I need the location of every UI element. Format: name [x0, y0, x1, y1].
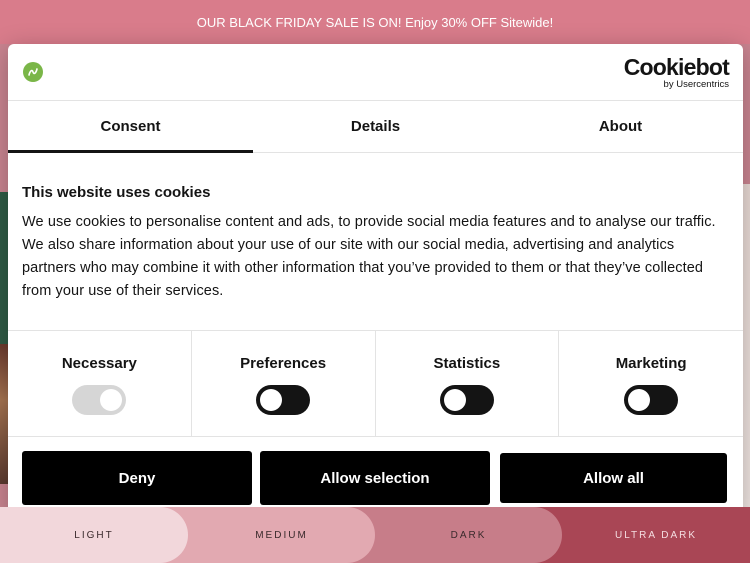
dialog-tabs: Consent Details About	[8, 101, 743, 153]
deny-button[interactable]: Deny	[22, 451, 252, 505]
marketing-toggle[interactable]	[624, 385, 679, 415]
toggle-knob	[260, 389, 283, 411]
consent-buttons: Deny Allow selection Allow all	[22, 451, 727, 505]
category-marketing: Marketing	[559, 331, 743, 436]
cookiebot-wordmark: Cookiebot	[623, 54, 730, 80]
cookiebot-logo[interactable]: Cookiebot by Usercentrics	[623, 54, 730, 91]
consent-heading: This website uses cookies	[22, 184, 211, 201]
shade-light-label: LIGHT	[74, 530, 114, 541]
shade-ultra-dark-label: ULTRA DARK	[614, 530, 698, 541]
background-image-edge	[0, 192, 8, 352]
allow-all-button[interactable]: Allow all	[500, 453, 727, 503]
shade-dark-label: DARK	[450, 530, 487, 541]
necessary-toggle	[72, 385, 127, 415]
tab-consent[interactable]: Consent	[8, 101, 253, 153]
consent-body-text: We use cookies to personalise content an…	[22, 214, 716, 299]
tab-consent-label: Consent	[100, 118, 161, 135]
category-preferences: Preferences	[192, 331, 376, 436]
tab-details-label: Details	[350, 118, 401, 135]
cookiebot-subline: by Usercentrics	[663, 79, 729, 90]
cookie-category-toggles: Necessary Preferences Statistics Marketi…	[8, 330, 743, 437]
promo-banner[interactable]: OUR BLACK FRIDAY SALE IS ON! Enjoy 30% O…	[0, 0, 750, 44]
statistics-label: Statistics	[433, 355, 501, 372]
statistics-toggle[interactable]	[439, 385, 494, 415]
shade-light[interactable]: LIGHT	[0, 507, 188, 563]
toggle-knob	[628, 389, 651, 411]
deny-button-label: Deny	[118, 469, 156, 487]
preferences-toggle[interactable]	[256, 385, 311, 415]
cookie-consent-dialog: Cookiebot by Usercentrics Consent Detail…	[8, 44, 743, 519]
category-statistics: Statistics	[376, 331, 560, 436]
toggle-knob	[100, 389, 123, 411]
tab-about[interactable]: About	[498, 101, 743, 152]
preferences-label: Preferences	[240, 355, 327, 372]
shade-medium-label: MEDIUM	[255, 530, 308, 541]
necessary-label: Necessary	[61, 355, 137, 372]
tab-about-label: About	[598, 118, 643, 135]
shade-selector: LIGHT MEDIUM DARK ULTRA DARK	[0, 507, 750, 563]
consent-content: This website uses cookies We use cookies…	[22, 184, 727, 303]
brand-logo-icon	[23, 62, 43, 82]
category-necessary: Necessary	[8, 331, 192, 436]
dialog-header: Cookiebot by Usercentrics	[8, 44, 743, 101]
toggle-knob	[443, 389, 466, 411]
marketing-label: Marketing	[615, 355, 687, 372]
tab-details[interactable]: Details	[253, 101, 498, 152]
promo-banner-text: OUR BLACK FRIDAY SALE IS ON! Enjoy 30% O…	[196, 14, 554, 30]
allow-all-button-label: Allow all	[583, 469, 644, 487]
allow-selection-button-label: Allow selection	[320, 469, 430, 487]
allow-selection-button[interactable]: Allow selection	[260, 451, 490, 505]
